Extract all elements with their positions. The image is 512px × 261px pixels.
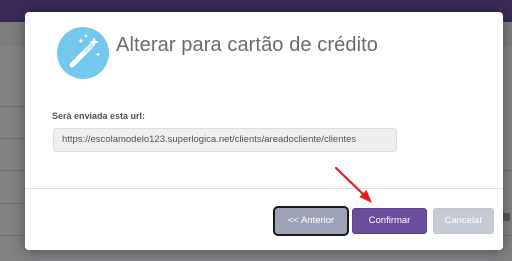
url-label: Será enviada esta url: bbox=[52, 111, 146, 121]
background-divider bbox=[0, 106, 24, 107]
previous-button[interactable]: << Anterior bbox=[275, 208, 347, 234]
background-divider bbox=[0, 138, 24, 139]
background-divider bbox=[0, 203, 24, 204]
background-fragment bbox=[502, 213, 510, 221]
cancel-button[interactable]: Cancelar bbox=[433, 208, 494, 234]
credit-card-modal: Alterar para cartão de crédito Será envi… bbox=[25, 12, 503, 250]
modal-footer bbox=[25, 188, 503, 250]
url-field[interactable]: https://escolamodelo123.superlogica.net/… bbox=[53, 128, 397, 152]
modal-title: Alterar para cartão de crédito bbox=[116, 34, 379, 56]
magic-wand-icon bbox=[57, 27, 109, 79]
background-divider bbox=[0, 235, 24, 236]
confirm-button[interactable]: Confirmar bbox=[352, 208, 427, 234]
background-divider bbox=[0, 170, 24, 171]
modal-header: Alterar para cartão de crédito bbox=[25, 12, 503, 102]
